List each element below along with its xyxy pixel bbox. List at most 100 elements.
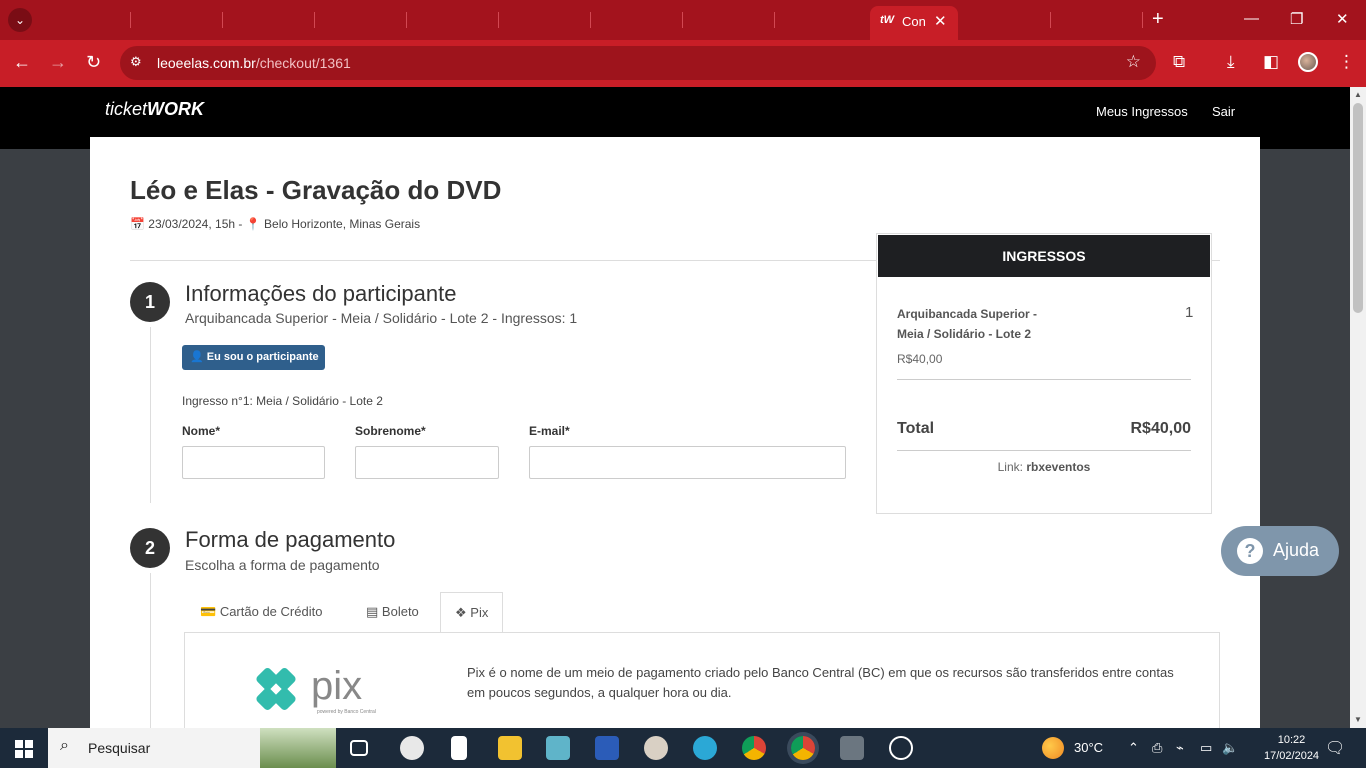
button-label: Eu sou o participante [206, 351, 319, 363]
menu-icon[interactable]: ⋮ [1338, 52, 1355, 72]
step-1-line [150, 327, 151, 503]
windows-start-icon[interactable] [15, 740, 33, 758]
site-info-icon[interactable]: ⚙ [130, 54, 142, 70]
question-icon: ? [1237, 538, 1263, 564]
scroll-down-icon[interactable]: ▼ [1354, 715, 1362, 724]
ticket-item-name: Arquibancada Superior - Meia / Solidário… [897, 307, 1038, 341]
chevron-up-icon[interactable]: ⌃ [1128, 740, 1139, 756]
file-explorer-icon[interactable] [498, 736, 522, 760]
ticket-item-qty: 1 [1185, 304, 1194, 321]
tab-separator [590, 12, 591, 28]
logo-ticket: ticket [105, 99, 148, 119]
browser-toolbar: ← → ↻ ⚙ leoeelas.com.br/checkout/1361 ☆ … [0, 40, 1366, 87]
credit-card-icon: 💳 [200, 604, 217, 619]
tab-separator [682, 12, 683, 28]
tab-separator [1142, 12, 1143, 28]
page-scrollbar[interactable]: ▲ ▼ [1350, 87, 1366, 728]
tab-pix[interactable]: ❖ Pix [440, 592, 504, 632]
tab-label: Pix [470, 605, 489, 620]
media-player-icon[interactable] [889, 736, 913, 760]
download-icon[interactable]: ⤓ [1227, 52, 1235, 72]
profile-avatar[interactable] [1298, 52, 1318, 72]
taskbar-search[interactable]: ⌕ Pesquisar [48, 728, 336, 768]
minimize-icon[interactable]: — [1244, 10, 1259, 27]
pix-wordmark: pix [311, 664, 362, 708]
side-panel-icon[interactable]: ◧ [1263, 52, 1279, 72]
chrome-profile-icon[interactable] [791, 736, 815, 760]
clock[interactable]: 10:22 17/02/2024 [1264, 732, 1319, 764]
notes-app-icon[interactable] [546, 736, 570, 760]
forward-icon[interactable]: → [49, 52, 67, 73]
extensions-icon[interactable]: ⧉ [1173, 52, 1185, 72]
tickets-header: INGRESSOS [878, 235, 1210, 277]
logout-link[interactable]: Sair [1212, 104, 1235, 119]
url-text[interactable]: leoeelas.com.br/checkout/1361 [157, 55, 351, 71]
pix-logo: pix powered by Banco Central [251, 663, 401, 720]
chrome-icon[interactable] [742, 736, 766, 760]
step-2-title: Forma de pagamento [185, 527, 396, 552]
paint3d-icon[interactable] [644, 736, 668, 760]
browser-tab-strip: ⌄ tW Con ✕ + — ❐ ✕ [0, 0, 1366, 40]
email-input[interactable] [529, 446, 846, 479]
help-button[interactable]: ? Ajuda [1221, 526, 1339, 576]
event-location: Belo Horizonte, Minas Gerais [264, 217, 421, 231]
tab-title: Con [902, 14, 926, 29]
my-tickets-link[interactable]: Meus Ingressos [1096, 104, 1188, 119]
network-off-icon[interactable]: ⌁ [1176, 740, 1184, 756]
nome-label: Nome* [182, 424, 221, 438]
back-icon[interactable]: ← [13, 52, 31, 73]
scroll-thumb[interactable] [1353, 103, 1363, 313]
notepad-icon[interactable] [451, 736, 467, 760]
step-2-badge: 2 [130, 528, 170, 568]
task-view-icon[interactable] [350, 740, 368, 756]
i-am-participant-button[interactable]: 👤 Eu sou o participante [182, 345, 325, 370]
address-bar[interactable]: ⚙ leoeelas.com.br/checkout/1361 ☆ [120, 46, 1156, 80]
reload-icon[interactable]: ↻ [86, 52, 101, 73]
clock-date: 17/02/2024 [1264, 750, 1320, 762]
scroll-up-icon[interactable]: ▲ [1354, 90, 1362, 99]
user-icon: 👤 [190, 351, 204, 363]
tab-search-button[interactable]: ⌄ [8, 8, 32, 32]
calculator-icon[interactable] [840, 736, 864, 760]
clock-time: 10:22 [1277, 734, 1306, 746]
checkout-card: Léo e Elas - Gravação do DVD 📅 23/03/202… [90, 137, 1260, 728]
bookmark-star-icon[interactable]: ☆ [1126, 52, 1141, 72]
calendar-icon: 📅 [130, 217, 145, 231]
device-icon[interactable]: ⎙ [1152, 740, 1162, 756]
tab-boleto[interactable]: ▤ Boleto [366, 592, 419, 632]
tab-separator [774, 12, 775, 28]
weather-icon[interactable] [1042, 737, 1064, 759]
tab-favicon: tW [880, 14, 895, 26]
affiliate-link: Link: rbxeventos [897, 460, 1191, 474]
active-browser-tab[interactable]: tW Con ✕ [870, 6, 958, 40]
tab-label: Boleto [381, 604, 419, 619]
close-tab-icon[interactable]: ✕ [934, 12, 947, 30]
sobrenome-input[interactable] [355, 446, 499, 479]
new-tab-button[interactable]: + [1152, 8, 1164, 30]
temperature[interactable]: 30°C [1074, 740, 1103, 755]
pix-icon: ❖ [455, 605, 467, 620]
barcode-icon: ▤ [366, 604, 379, 619]
search-placeholder: Pesquisar [88, 740, 151, 756]
close-window-icon[interactable]: ✕ [1336, 10, 1349, 28]
step-1-badge: 1 [130, 282, 170, 322]
tab-label: Cartão de Crédito [219, 604, 323, 619]
tab-separator [498, 12, 499, 28]
word-icon[interactable] [595, 736, 619, 760]
ticketwork-logo[interactable]: ticketWORK [105, 99, 204, 120]
pix-description: Pix é o nome de um meio de pagamento cri… [467, 665, 1174, 700]
paint-icon[interactable] [400, 736, 424, 760]
volume-icon[interactable]: 🔈 [1222, 740, 1238, 756]
ticket-label: Ingresso n°1: Meia / Solidário - Lote 2 [182, 394, 383, 408]
nome-input[interactable] [182, 446, 325, 479]
restore-icon[interactable]: ❐ [1290, 10, 1303, 28]
notifications-icon[interactable]: 🗨 [1325, 738, 1345, 758]
pix-powered-text: powered by Banco Central [317, 709, 376, 715]
url-domain: leoeelas.com.br [157, 55, 256, 71]
tab-credit-card[interactable]: 💳 Cartão de Crédito [200, 592, 322, 632]
step-1-subtitle: Arquibancada Superior - Meia / Solidário… [185, 310, 578, 326]
network-icon[interactable]: ▭ [1200, 740, 1212, 756]
tickets-summary: INGRESSOS Arquibancada Superior - Meia /… [876, 233, 1212, 514]
edge-icon[interactable] [693, 736, 717, 760]
ticket-item-price: R$40,00 [897, 352, 943, 366]
